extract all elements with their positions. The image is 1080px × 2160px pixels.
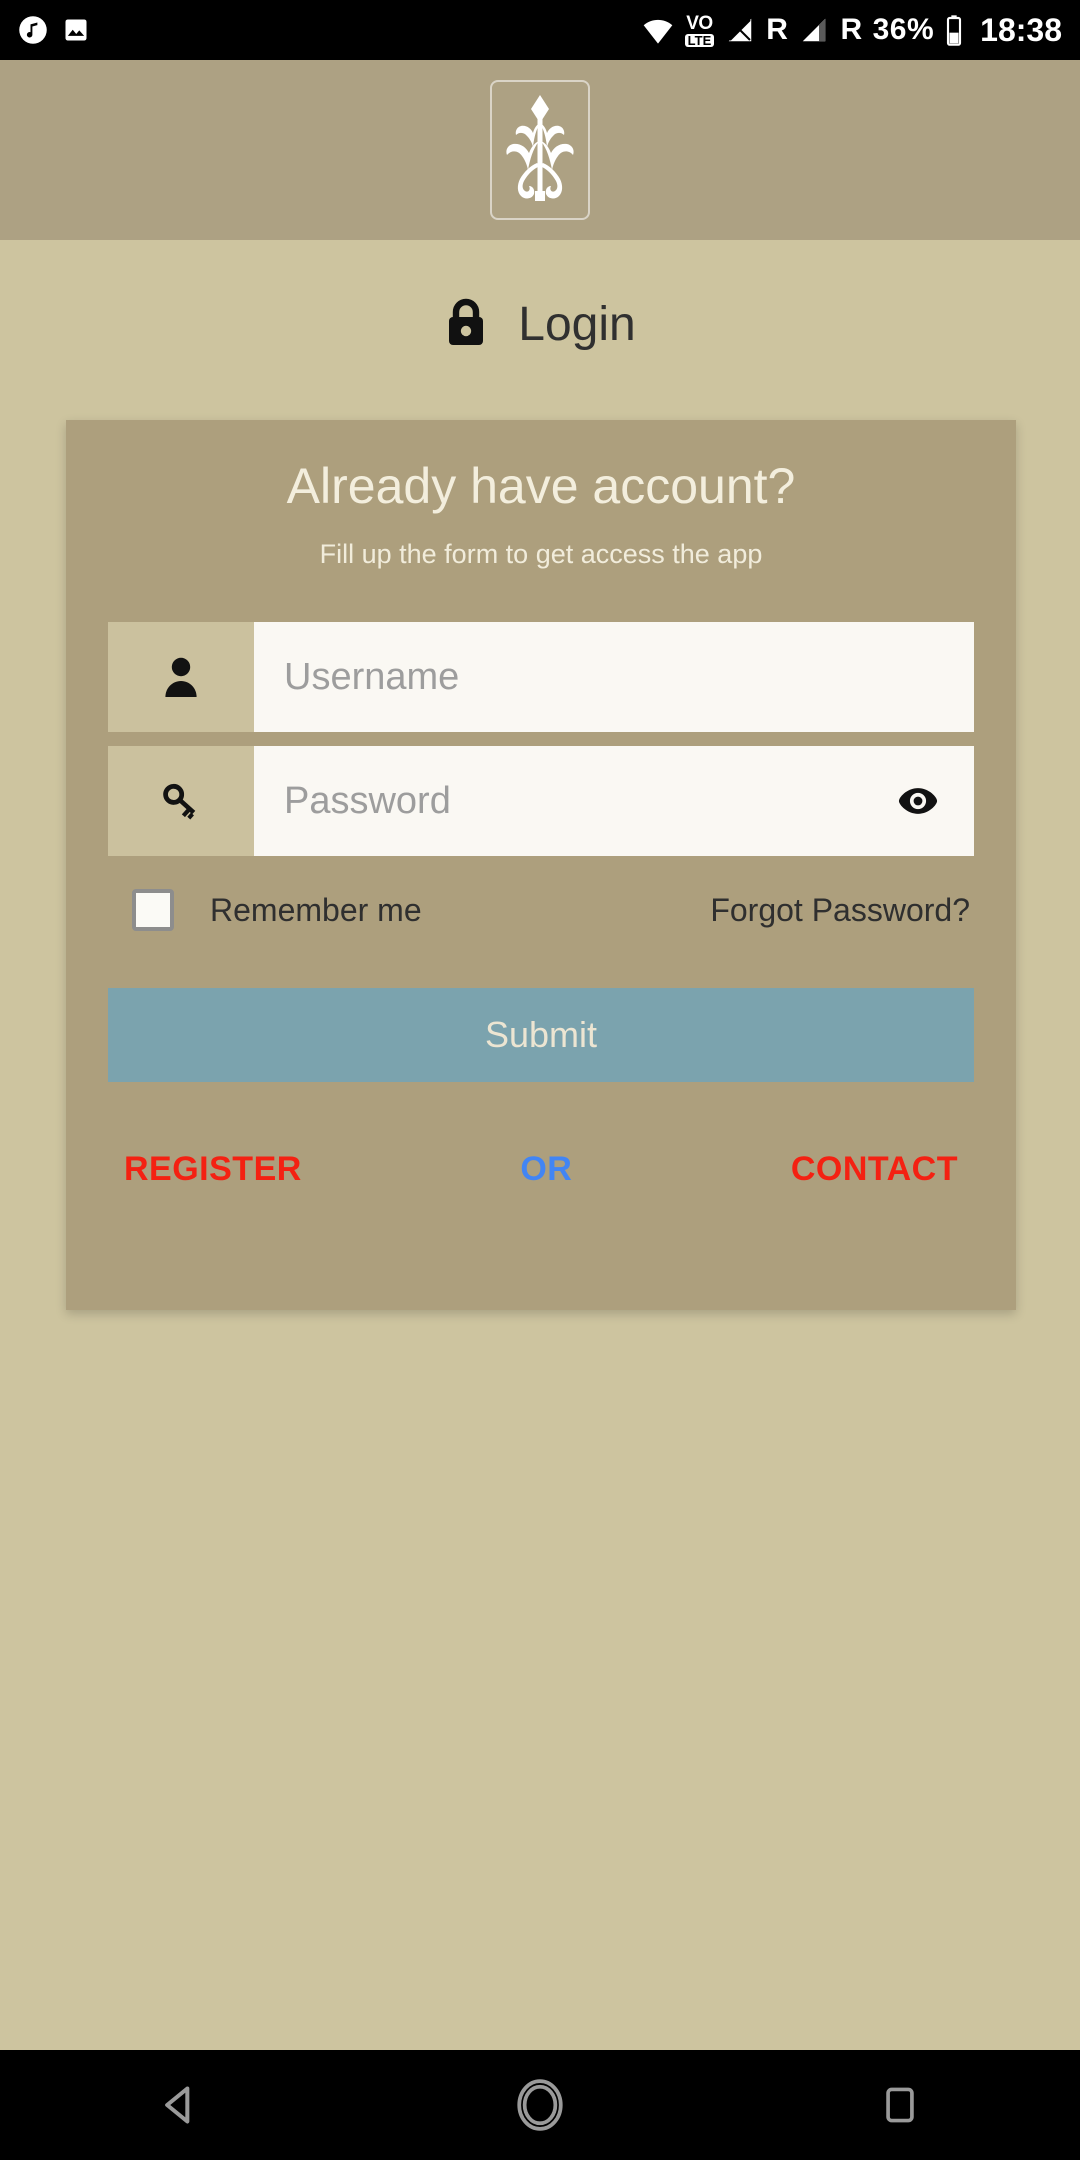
status-bar-right: VO LTE R R 36% 18:38 (641, 14, 1062, 47)
app-header-band (0, 60, 1080, 240)
battery-icon (944, 14, 964, 46)
key-icon (108, 746, 254, 857)
forgot-password-link[interactable]: Forgot Password? (710, 894, 970, 926)
card-heading: Already have account? (286, 458, 796, 514)
phone-screen: VO LTE R R 36% 18:38 Login Already have … (0, 0, 1080, 2160)
recents-icon[interactable] (800, 2050, 1000, 2160)
status-bar: VO LTE R R 36% 18:38 (0, 0, 1080, 60)
username-field-row[interactable]: Username (108, 622, 974, 733)
submit-button[interactable]: Submit (108, 988, 974, 1083)
status-bar-left (18, 15, 90, 45)
volte-label-bottom: LTE (684, 33, 715, 47)
card-links: REGISTER OR CONTACT (108, 1152, 974, 1186)
username-placeholder: Username (284, 656, 460, 699)
card-subtitle: Fill up the form to get access the app (319, 539, 763, 569)
eye-icon[interactable] (896, 786, 940, 816)
remember-me-checkbox[interactable] (132, 889, 174, 932)
signal-1-icon (724, 15, 756, 45)
logo-frame (490, 80, 590, 220)
music-note-icon (18, 15, 48, 45)
signal-2-icon (798, 15, 830, 45)
remember-me-label[interactable]: Remember me (210, 894, 422, 926)
volte-label-top: VO (686, 12, 713, 34)
app-crest-logo (501, 89, 579, 212)
username-input[interactable]: Username (254, 622, 974, 733)
register-link[interactable]: REGISTER (124, 1152, 302, 1186)
or-separator-link[interactable]: OR (520, 1152, 572, 1186)
password-field-row[interactable]: Password (108, 746, 974, 857)
password-placeholder: Password (284, 780, 451, 823)
roaming-indicator-1: R (766, 13, 789, 46)
android-navigation-bar (0, 2050, 1080, 2160)
roaming-indicator-2: R (840, 13, 863, 46)
submit-button-label: Submit (484, 1014, 598, 1056)
wifi-icon (641, 15, 675, 45)
battery-percent-label: 36% (872, 13, 935, 46)
page-title-label: Login (518, 297, 636, 351)
user-icon (108, 622, 254, 733)
login-card: Already have account? Fill up the form t… (66, 420, 1016, 1310)
back-icon[interactable] (80, 2050, 280, 2160)
remember-row: Remember me Forgot Password? (108, 882, 974, 938)
password-input[interactable]: Password (254, 746, 974, 857)
volte-icon: VO LTE (684, 12, 715, 47)
clock-label: 18:38 (980, 12, 1062, 48)
contact-link[interactable]: CONTACT (791, 1152, 958, 1186)
home-icon[interactable] (440, 2050, 640, 2160)
page-title: Login (0, 296, 1080, 353)
lock-icon (444, 296, 488, 353)
image-icon (62, 16, 90, 44)
